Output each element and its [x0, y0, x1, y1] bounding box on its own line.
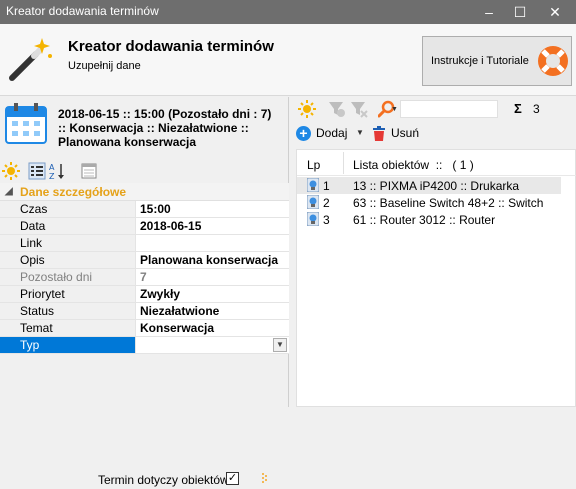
delete-button-label: Usuń	[391, 126, 420, 140]
objects-actions: + Dodaj ▼ Usuń	[290, 123, 576, 145]
summary-line-1: 2018-06-15 :: 15:00 (Pozostało dni : 7)	[58, 107, 272, 121]
property-key: Status	[0, 303, 136, 319]
sun-icon[interactable]	[2, 162, 20, 180]
item-number: 3	[323, 213, 330, 227]
item-text: 61 :: Router 3012 :: Router	[353, 213, 496, 227]
chevron-down-icon[interactable]: ▼	[273, 338, 287, 352]
property-value[interactable]	[137, 337, 289, 353]
collapse-icon[interactable]: ◢	[5, 183, 13, 201]
property-pages-icon[interactable]	[80, 162, 98, 180]
lifebuoy-icon	[538, 46, 568, 76]
chevron-down-icon[interactable]: ▼	[356, 128, 364, 137]
property-key: Data	[0, 218, 136, 234]
property-row-priorytet[interactable]: Priorytet Zwykły	[0, 286, 289, 303]
svg-text:Z: Z	[49, 172, 55, 180]
property-key: Opis	[0, 252, 136, 268]
property-value[interactable]	[137, 235, 289, 251]
property-grid: ◢ Dane szczegółowe Czas 15:00 Data 2018-…	[0, 183, 289, 354]
drag-handle-icon[interactable]	[260, 471, 270, 487]
objects-pane: ▼ Σ 3 + Dodaj ▼ Usuń Lp Lista obiektów :…	[290, 97, 576, 407]
bulb-icon	[307, 212, 319, 226]
property-row-czas[interactable]: Czas 15:00	[0, 201, 289, 218]
property-grid-toolbar: A Z	[0, 159, 289, 183]
filter-remove-icon[interactable]	[350, 100, 368, 118]
magic-wand-icon	[9, 38, 52, 81]
column-separator	[343, 152, 344, 174]
sigma-icon: Σ	[514, 101, 522, 116]
property-row-data[interactable]: Data 2018-06-15	[0, 218, 289, 235]
property-row-typ[interactable]: Typ ▼	[0, 337, 289, 354]
add-button-label: Dodaj	[316, 126, 348, 140]
window-title: Kreator dodawania terminów	[6, 4, 159, 18]
sort-az-icon[interactable]: A Z	[48, 162, 66, 180]
property-key: Czas	[0, 201, 136, 217]
property-key: Typ	[0, 337, 136, 353]
property-key: Link	[0, 235, 136, 251]
objects-checkbox-label: Termin dotyczy obiektów	[98, 473, 229, 487]
property-value[interactable]: 15:00	[137, 201, 289, 217]
sun-icon[interactable]	[298, 100, 316, 118]
list-item[interactable]: 2 63 :: Baseline Switch 48+2 :: Switch	[297, 194, 561, 211]
property-value: 7	[137, 269, 289, 285]
list-item[interactable]: 3 61 :: Router 3012 :: Router	[297, 211, 561, 228]
item-text: 63 :: Baseline Switch 48+2 :: Switch	[353, 196, 544, 210]
property-row-opis[interactable]: Opis Planowana konserwacja	[0, 252, 289, 269]
property-value[interactable]: 2018-06-15	[137, 218, 289, 234]
close-button[interactable]: ✕	[538, 0, 572, 24]
svg-text:A: A	[49, 163, 55, 172]
minimize-button[interactable]: –	[472, 0, 506, 24]
property-row-temat[interactable]: Temat Konserwacja	[0, 320, 289, 337]
property-key: Temat	[0, 320, 136, 336]
property-value[interactable]: Niezałatwione	[137, 303, 289, 319]
property-row-link[interactable]: Link	[0, 235, 289, 252]
property-key: Priorytet	[0, 286, 136, 302]
categorized-view-icon[interactable]	[28, 162, 46, 180]
column-header-objects[interactable]: Lista obiektów :: ( 1 )	[353, 158, 474, 172]
property-row-status[interactable]: Status Niezałatwione	[0, 303, 289, 320]
header-subtitle: Uzupełnij dane	[68, 60, 141, 72]
property-key: Pozostało dni	[0, 269, 136, 285]
object-count: 3	[533, 102, 540, 116]
property-row-pozostalo-dni: Pozostało dni 7	[0, 269, 289, 286]
chevron-down-icon[interactable]: ▼	[391, 106, 398, 113]
wizard-header: Kreator dodawania terminów Uzupełnij dan…	[0, 24, 576, 96]
item-number: 1	[323, 179, 330, 193]
item-number: 2	[323, 196, 330, 210]
property-value[interactable]: Planowana konserwacja	[137, 252, 289, 268]
title-bar: Kreator dodawania terminów – ☐ ✕	[0, 0, 576, 24]
objects-list: Lp Lista obiektów :: ( 1 ) 1 13 :: PIXMA…	[296, 149, 576, 407]
maximize-button[interactable]: ☐	[503, 0, 537, 24]
list-item[interactable]: 1 13 :: PIXMA iP4200 :: Drukarka	[297, 177, 561, 194]
item-text: 13 :: PIXMA iP4200 :: Drukarka	[353, 179, 520, 193]
header-title: Kreator dodawania terminów	[68, 38, 274, 55]
tutorials-button[interactable]: Instrukcje i Tutoriale	[422, 36, 572, 86]
search-input[interactable]	[400, 100, 498, 118]
objects-checkbox[interactable]: ✓	[226, 472, 239, 485]
plus-icon: +	[296, 126, 311, 141]
summary-line-3: Planowana konserwacja	[58, 135, 197, 149]
list-header: Lp Lista obiektów :: ( 1 )	[297, 150, 576, 176]
objects-toolbar: ▼ Σ 3	[290, 97, 576, 121]
filter-add-icon[interactable]	[328, 100, 346, 118]
bulb-icon	[307, 178, 319, 192]
tutorials-button-label: Instrukcje i Tutoriale	[431, 55, 529, 67]
property-value[interactable]: Zwykły	[137, 286, 289, 302]
details-pane: 2018-06-15 :: 15:00 (Pozostało dni : 7) …	[0, 97, 289, 487]
trash-icon	[373, 126, 385, 141]
calendar-icon	[5, 103, 47, 144]
objects-checkbox-row: Termin dotyczy obiektów ✓	[0, 467, 289, 489]
summary-line-2: :: Konserwacja :: Niezałatwione ::	[58, 121, 249, 135]
bulb-icon	[307, 195, 319, 209]
category-label: Dane szczegółowe	[20, 185, 127, 199]
property-category[interactable]: ◢ Dane szczegółowe	[0, 183, 289, 201]
column-header-lp[interactable]: Lp	[307, 158, 320, 172]
property-value[interactable]: Konserwacja	[137, 320, 289, 336]
